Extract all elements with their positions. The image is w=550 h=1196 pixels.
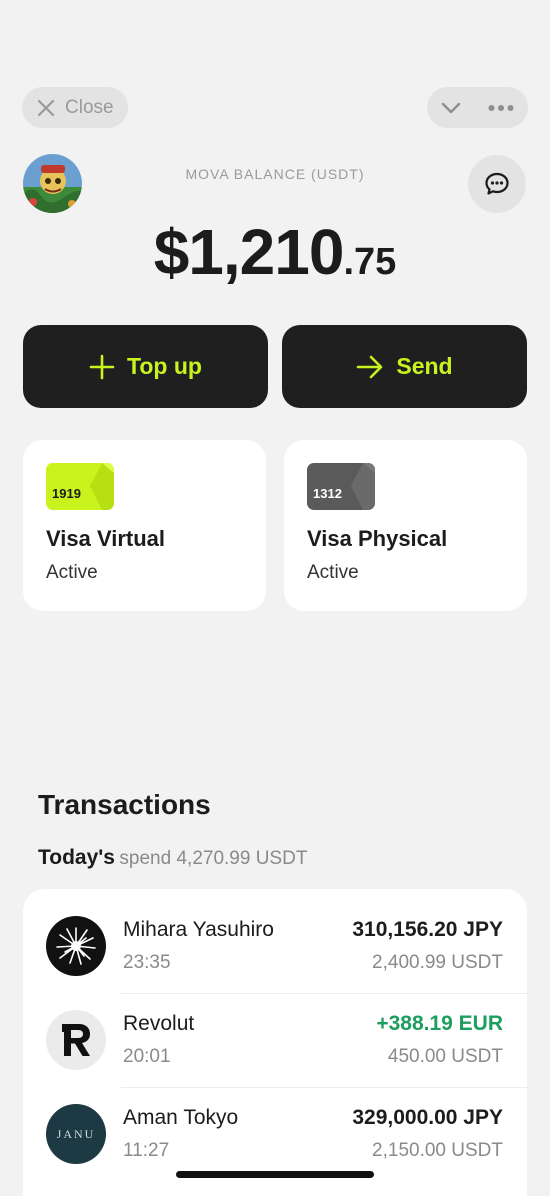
- balance-amount: $1,210.75: [0, 215, 550, 289]
- card-physical-title: Visa Physical: [307, 526, 448, 551]
- transaction-time: 20:01: [123, 1046, 171, 1067]
- transaction-row[interactable]: Revolut 20:01 +388.19 EUR 450.00 USDT: [23, 993, 527, 1087]
- close-button[interactable]: Close: [22, 87, 128, 128]
- transaction-name: Mihara Yasuhiro: [123, 918, 274, 941]
- home-indicator[interactable]: [176, 1171, 374, 1178]
- transaction-usdt: 2,150.00 USDT: [372, 1140, 503, 1161]
- chat-button[interactable]: [468, 155, 526, 213]
- transaction-amount: 329,000.00 JPY: [352, 1106, 503, 1129]
- more-icon[interactable]: [488, 104, 514, 112]
- card-virtual-thumbnail: 1919: [46, 463, 114, 510]
- card-virtual-number: 1919: [52, 486, 81, 501]
- top-up-button[interactable]: Top up: [23, 325, 268, 408]
- transaction-amount: +388.19 EUR: [376, 1012, 503, 1035]
- close-label: Close: [65, 96, 114, 118]
- balance-cents: .75: [343, 241, 397, 283]
- revolut-logo-icon: [46, 1010, 106, 1070]
- send-button[interactable]: Send: [282, 325, 527, 408]
- plus-icon: [89, 354, 115, 379]
- card-physical-thumbnail: 1312: [307, 463, 375, 510]
- transaction-time: 23:35: [123, 952, 171, 973]
- row-divider: [121, 993, 527, 994]
- transaction-name: Revolut: [123, 1012, 195, 1035]
- top-actions-pill: [427, 87, 528, 128]
- card-visa-physical[interactable]: 1312 Visa Physical Active: [284, 440, 527, 611]
- card-physical-status: Active: [307, 562, 359, 583]
- transaction-row[interactable]: Mihara Yasuhiro 23:35 310,156.20 JPY 2,4…: [23, 899, 527, 993]
- transaction-usdt: 2,400.99 USDT: [372, 952, 503, 973]
- balance-main: $1,210: [153, 216, 345, 288]
- transaction-amount: 310,156.20 JPY: [352, 918, 503, 941]
- burst-logo-icon: [46, 916, 106, 976]
- avatar[interactable]: [23, 154, 82, 213]
- top-up-label: Top up: [127, 353, 202, 379]
- card-physical-number: 1312: [313, 486, 342, 501]
- transaction-time: 11:27: [123, 1140, 170, 1161]
- transactions-list: Mihara Yasuhiro 23:35 310,156.20 JPY 2,4…: [23, 889, 527, 1196]
- row-divider: [121, 1087, 527, 1088]
- today-spend-summary: Today's spend 4,270.99 USDT: [38, 846, 307, 870]
- transaction-name: Aman Tokyo: [123, 1106, 239, 1129]
- janu-logo-icon: JANU: [46, 1104, 106, 1164]
- chevron-down-icon[interactable]: [439, 96, 463, 120]
- arrow-right-icon: [357, 355, 383, 378]
- send-label: Send: [396, 353, 453, 379]
- transaction-row[interactable]: JANU Aman Tokyo 11:27 329,000.00 JPY 2,1…: [23, 1087, 527, 1181]
- wallet-screen: Close MOVA BALANCE (USDT) $1,210.75 Top …: [0, 0, 550, 1196]
- transaction-usdt: 450.00 USDT: [387, 1046, 503, 1067]
- card-virtual-title: Visa Virtual: [46, 526, 166, 551]
- close-icon: [37, 99, 55, 116]
- today-label: Today's: [38, 846, 115, 869]
- janu-logo-text: JANU: [56, 1126, 96, 1141]
- chat-icon: [485, 172, 509, 195]
- card-visa-virtual[interactable]: 1919 Visa Virtual Active: [23, 440, 266, 611]
- transactions-heading: Transactions: [38, 789, 211, 820]
- today-spend: spend 4,270.99 USDT: [119, 848, 308, 869]
- card-virtual-status: Active: [46, 562, 98, 583]
